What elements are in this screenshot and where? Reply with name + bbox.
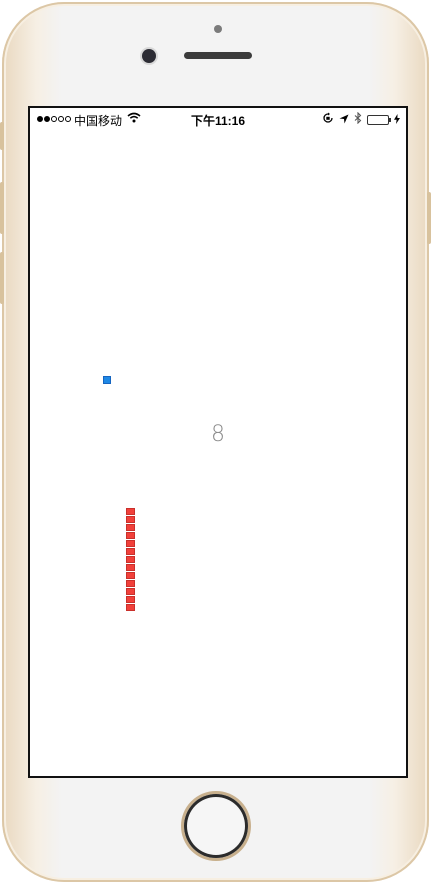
front-camera-icon [142,49,156,63]
snake-segment [126,564,135,571]
snake-segment [126,556,135,563]
snake-segment [126,580,135,587]
snake-segment [126,596,135,603]
charging-bolt-icon [394,113,400,127]
screen[interactable]: 中国移动 下午11:16 8 [28,106,408,778]
phone-frame: 中国移动 下午11:16 8 [0,2,431,882]
food-pellet [103,376,111,384]
volume-down-button [0,252,4,304]
location-arrow-icon [339,113,349,127]
snake-segment [126,516,135,523]
snake-segment [126,588,135,595]
battery-icon [367,114,391,125]
snake-segment [126,548,135,555]
proximity-sensor [214,25,222,33]
snake-segment [126,540,135,547]
snake-segment [126,508,135,515]
snake-segment [126,532,135,539]
status-bar: 中国移动 下午11:16 [30,108,406,130]
earpiece-speaker [184,52,252,59]
snake-segment [126,572,135,579]
volume-up-button [0,182,4,234]
snake-segment [126,604,135,611]
mute-switch [0,122,4,150]
snake-segment [126,524,135,531]
rotation-lock-icon [322,112,334,127]
power-button [427,192,431,244]
home-button[interactable] [184,794,248,858]
score-label: 8 [211,422,225,447]
bluetooth-icon [354,111,362,127]
